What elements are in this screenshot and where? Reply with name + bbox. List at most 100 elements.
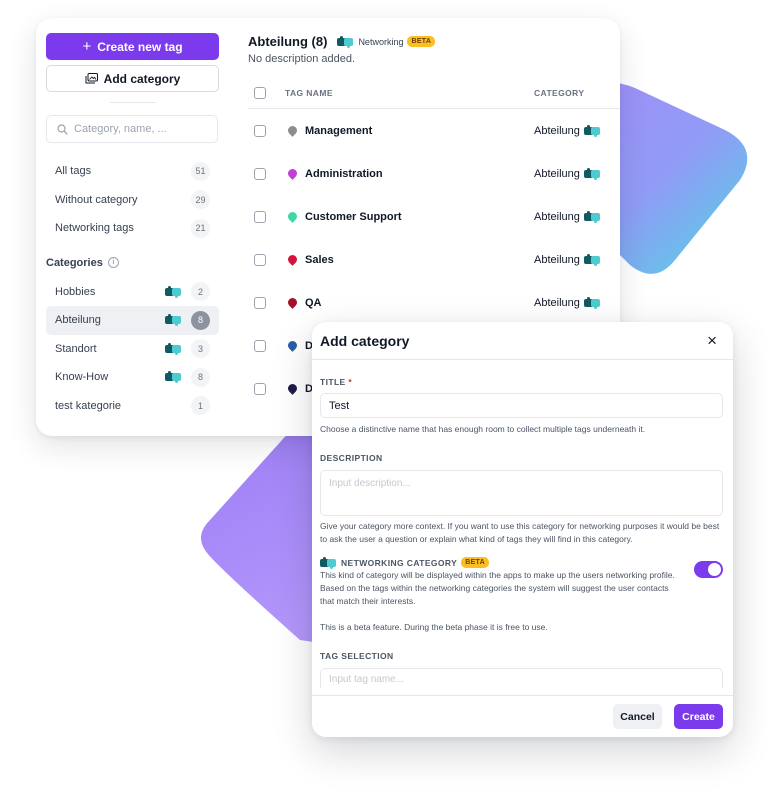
tag-color-drop-icon (286, 167, 299, 180)
tag-color-drop-icon (286, 210, 299, 223)
count-badge: 8 (191, 367, 210, 387)
add-category-label: Add category (103, 71, 181, 86)
tag-category: Abteilung (534, 253, 580, 266)
networking-puzzle-icon (583, 167, 601, 180)
description-textarea[interactable]: Input description... (320, 470, 723, 516)
categories-heading-label: Categories (46, 256, 103, 269)
app-stage: + Create new tag Add category Category, … (0, 0, 768, 790)
category-item-test-kategorie[interactable]: test kategorie 1 (46, 392, 219, 421)
row-checkbox[interactable] (254, 253, 266, 266)
category-list: Hobbies 2 Abteilung 8 Standort 3 Know-Ho… (46, 278, 219, 421)
networking-label: Networking (358, 36, 404, 47)
networking-puzzle-icon (583, 296, 601, 309)
count-badge: 51 (191, 161, 210, 181)
category-item-abteilung[interactable]: Abteilung 8 (46, 306, 219, 335)
column-category[interactable]: CATEGORY (534, 88, 620, 98)
networking-puzzle-icon (337, 35, 354, 48)
count-badge: 21 (191, 218, 210, 238)
count-badge: 3 (191, 339, 210, 359)
networking-category-section: NETWORKING CATEGORY BETA This kind of ca… (320, 556, 723, 634)
table-row[interactable]: Sales Abteilung (248, 238, 620, 281)
category-item-standort[interactable]: Standort 3 (46, 335, 219, 364)
tag-color-drop-icon (286, 296, 299, 309)
networking-toggle[interactable] (694, 561, 723, 578)
create-new-tag-button[interactable]: + Create new tag (46, 33, 219, 60)
modal-footer: Cancel Create (312, 695, 733, 737)
tag-selection-label: TAG SELECTION (320, 651, 394, 661)
networking-puzzle-icon (583, 124, 601, 137)
filter-list: All tags 51 Without category 29 Networki… (46, 157, 219, 243)
count-badge: 1 (191, 396, 210, 416)
modal-title: Add category (320, 332, 410, 349)
tag-color-drop-icon (286, 339, 299, 352)
category-item-hobbies[interactable]: Hobbies 2 (46, 278, 219, 307)
required-mark: * (348, 377, 353, 387)
row-checkbox[interactable] (254, 339, 266, 352)
column-tag-name[interactable]: TAG NAME (285, 88, 534, 98)
table-row[interactable]: Customer Support Abteilung (248, 195, 620, 238)
cancel-button[interactable]: Cancel (613, 704, 662, 729)
tag-category: Abteilung (534, 296, 580, 309)
row-checkbox[interactable] (254, 167, 266, 180)
title-input[interactable]: Test (320, 393, 723, 418)
filter-all-tags[interactable]: All tags 51 (46, 157, 219, 186)
tag-name: QA (305, 296, 322, 309)
networking-puzzle-icon (165, 285, 182, 298)
select-all-checkbox[interactable] (254, 87, 266, 99)
filter-networking-tags[interactable]: Networking tags 21 (46, 214, 219, 243)
add-category-button[interactable]: Add category (46, 65, 219, 92)
category-label: Abteilung (55, 314, 101, 327)
create-new-tag-label: Create new tag (97, 39, 183, 54)
title-hint: Choose a distinctive name that has enoug… (320, 424, 646, 434)
row-checkbox[interactable] (254, 296, 266, 309)
table-header: TAG NAME CATEGORY (248, 78, 620, 109)
tag-name-input[interactable]: Input tag name... (320, 668, 723, 688)
modal-header: Add category × (312, 322, 733, 360)
beta-note: This is a beta feature. During the beta … (320, 622, 548, 632)
tag-name: Administration (305, 167, 383, 180)
count-badge: 29 (191, 190, 210, 210)
table-row[interactable]: QA Abteilung (248, 281, 620, 324)
category-description: No description added. (248, 53, 356, 65)
close-icon[interactable]: × (707, 332, 717, 349)
filter-label: All tags (55, 165, 92, 178)
networking-puzzle-icon (320, 556, 337, 569)
description-hint: Give your category more context. If you … (320, 521, 720, 544)
category-label: Standort (55, 342, 97, 355)
category-search-input[interactable]: Category, name, ... (46, 115, 218, 143)
filter-label: Without category (55, 193, 138, 206)
category-label: test kategorie (55, 399, 122, 412)
divider (109, 102, 156, 103)
category-stack-icon (85, 73, 98, 84)
row-checkbox[interactable] (254, 382, 266, 395)
search-icon (57, 123, 68, 135)
row-checkbox[interactable] (254, 124, 266, 137)
modal-body: TITLE * Test Choose a distinctive name t… (312, 377, 733, 688)
plus-icon: + (82, 38, 92, 55)
tag-category: Abteilung (534, 167, 580, 180)
title-field-label: TITLE * (320, 377, 723, 387)
create-button[interactable]: Create (674, 704, 723, 729)
description-field-label: DESCRIPTION (320, 453, 383, 463)
search-placeholder: Category, name, ... (74, 123, 167, 135)
tag-category: Abteilung (534, 210, 580, 223)
category-item-know-how[interactable]: Know-How 8 (46, 363, 219, 392)
networking-puzzle-icon (165, 371, 182, 384)
networking-puzzle-icon (165, 314, 182, 327)
categories-heading: Categories i (46, 252, 219, 274)
info-icon[interactable]: i (107, 257, 119, 268)
networking-puzzle-icon (583, 253, 601, 266)
tag-category: Abteilung (534, 124, 580, 137)
tag-name: Management (305, 124, 373, 137)
filter-label: Networking tags (55, 222, 134, 235)
tag-color-drop-icon (286, 124, 299, 137)
networking-description: This kind of category will be displayed … (320, 570, 675, 606)
row-checkbox[interactable] (254, 210, 266, 223)
tag-color-drop-icon (286, 382, 299, 395)
filter-without-category[interactable]: Without category 29 (46, 186, 219, 215)
content-header: Abteilung (8) Networking BETA (248, 34, 436, 49)
tag-color-drop-icon (286, 253, 299, 266)
table-row[interactable]: Administration Abteilung (248, 152, 620, 195)
tag-name: Sales (305, 253, 334, 266)
table-row[interactable]: Management Abteilung (248, 109, 620, 152)
